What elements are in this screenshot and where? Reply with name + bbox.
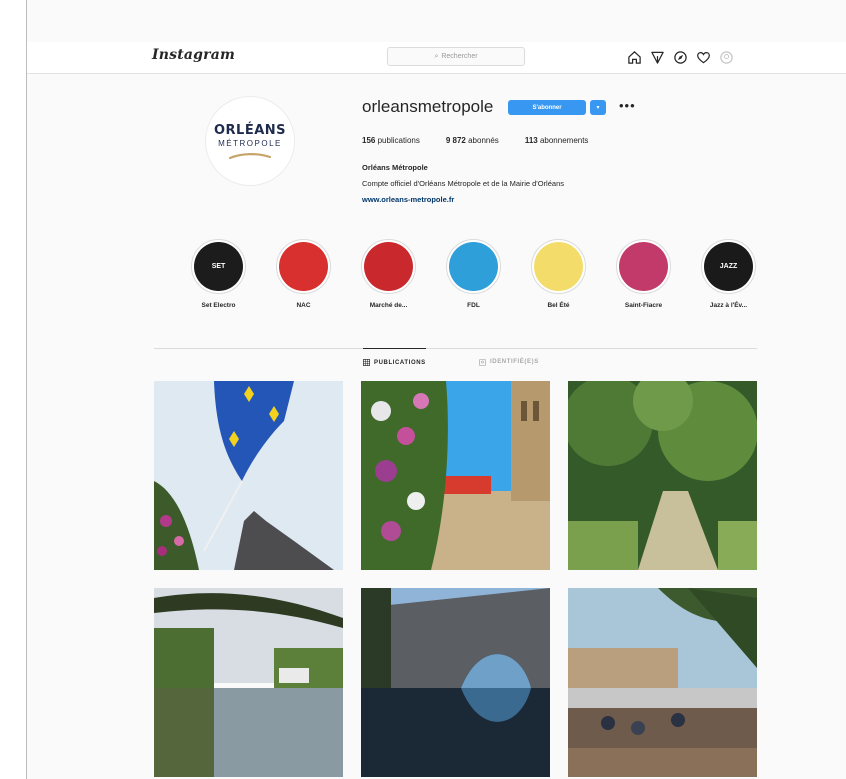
post-image-flowers-cathedral xyxy=(361,381,550,570)
post-grid xyxy=(154,381,757,777)
search-input[interactable]: ⌕ Rechercher xyxy=(387,47,525,66)
highlight-cover xyxy=(364,242,413,291)
highlight-cover-text: SET xyxy=(211,263,226,270)
highlight-item[interactable]: SET Set Electro xyxy=(176,239,261,309)
profile-username: orleansmetropole xyxy=(362,97,494,116)
activity-heart-icon[interactable] xyxy=(696,50,711,65)
tab-publications-label: PUBLICATIONS xyxy=(374,359,426,366)
post-thumbnail[interactable] xyxy=(568,381,757,570)
home-icon[interactable] xyxy=(627,50,642,65)
highlight-ring: JAZZ xyxy=(701,239,756,294)
top-navbar: Instagram ⌕ Rechercher xyxy=(27,42,846,74)
highlight-cover xyxy=(449,242,498,291)
highlight-item[interactable]: Bel Été xyxy=(516,239,601,309)
tagged-icon xyxy=(479,358,486,366)
grid-icon xyxy=(363,359,370,366)
highlight-cover xyxy=(534,242,583,291)
stat-posts-label: publications xyxy=(377,136,420,145)
instagram-logo[interactable]: Instagram xyxy=(152,47,235,63)
highlight-ring xyxy=(446,239,501,294)
highlight-ring xyxy=(361,239,416,294)
highlight-label: Saint-Fiacre xyxy=(624,302,663,309)
highlight-item[interactable]: NAC xyxy=(261,239,346,309)
post-thumbnail[interactable] xyxy=(154,588,343,777)
tab-tagged[interactable]: IDENTIFIÉ(E)S xyxy=(479,348,539,376)
profile-avatar[interactable]: ORLÉANS MÉTROPOLE xyxy=(205,96,295,186)
highlight-ring xyxy=(276,239,331,294)
tabs-divider xyxy=(154,348,757,349)
post-thumbnail[interactable] xyxy=(361,381,550,570)
profile-icon[interactable] xyxy=(719,50,734,65)
profile-bio: Compte officiel d'Orléans Métropole et d… xyxy=(362,179,564,188)
profile-full-name: Orléans Métropole xyxy=(362,163,428,172)
highlight-item[interactable]: Marché de... xyxy=(346,239,431,309)
stat-following-label: abonnements xyxy=(539,136,589,145)
stat-following-value: 113 xyxy=(524,136,538,145)
highlight-label: Set Electro xyxy=(201,302,236,309)
search-icon: ⌕ xyxy=(434,52,439,60)
highlight-label: NAC xyxy=(296,302,311,309)
highlight-label: Jazz à l'Év... xyxy=(709,302,748,309)
highlight-item[interactable]: FDL xyxy=(431,239,516,309)
highlight-cover: SET xyxy=(194,242,243,291)
nav-icons xyxy=(627,47,734,67)
suggested-accounts-button[interactable]: ▾ xyxy=(590,100,606,115)
stat-followers-label: abonnés xyxy=(468,136,499,145)
stat-posts-value: 156 xyxy=(362,136,376,145)
post-image-market xyxy=(568,588,757,777)
highlight-label: Marché de... xyxy=(369,302,408,309)
profile-website-link[interactable]: www.orleans-metropole.fr xyxy=(362,195,454,204)
post-image-flag xyxy=(154,381,343,570)
highlight-cover xyxy=(279,242,328,291)
highlight-item[interactable]: Saint-Fiacre xyxy=(601,239,686,309)
highlight-ring: SET xyxy=(191,239,246,294)
instagram-profile-page: Instagram ⌕ Rechercher ORLÉANS MÉTROPOLE… xyxy=(27,0,846,779)
highlight-label: Bel Été xyxy=(547,302,570,309)
post-thumbnail[interactable] xyxy=(568,588,757,777)
highlight-ring xyxy=(616,239,671,294)
post-image-bridge xyxy=(361,588,550,777)
highlight-cover xyxy=(619,242,668,291)
highlight-label: FDL xyxy=(467,302,480,309)
explore-icon[interactable] xyxy=(673,50,688,65)
follow-button[interactable]: S'abonner xyxy=(508,100,586,115)
highlight-cover: JAZZ xyxy=(704,242,753,291)
avatar-logo-line1: ORLÉANS xyxy=(213,122,287,138)
search-placeholder: Rechercher xyxy=(441,53,478,60)
story-highlights: SET Set Electro NAC Marché de... FDL Bel… xyxy=(176,239,771,309)
stat-followers[interactable]: 9 872 abonnés xyxy=(446,136,499,145)
post-image-river xyxy=(154,588,343,777)
direct-icon[interactable] xyxy=(650,50,665,65)
highlight-cover-text: JAZZ xyxy=(719,263,738,270)
profile-stats: 156 publications 9 872 abonnés 113 abonn… xyxy=(362,136,614,145)
highlight-ring xyxy=(531,239,586,294)
more-options-button[interactable]: ••• xyxy=(619,99,636,112)
tab-tagged-label: IDENTIFIÉ(E)S xyxy=(490,359,539,365)
stat-followers-value: 9 872 xyxy=(445,136,466,145)
stat-posts: 156 publications xyxy=(362,136,420,145)
avatar-swoosh-graphic xyxy=(228,152,272,159)
stat-following[interactable]: 113 abonnements xyxy=(525,136,589,145)
highlight-item[interactable]: JAZZ Jazz à l'Év... xyxy=(686,239,771,309)
tab-publications[interactable]: PUBLICATIONS xyxy=(363,348,426,376)
post-thumbnail[interactable] xyxy=(154,381,343,570)
avatar-logo-line2: MÉTROPOLE xyxy=(218,138,282,148)
post-image-forest-path xyxy=(568,381,757,570)
post-thumbnail[interactable] xyxy=(361,588,550,777)
